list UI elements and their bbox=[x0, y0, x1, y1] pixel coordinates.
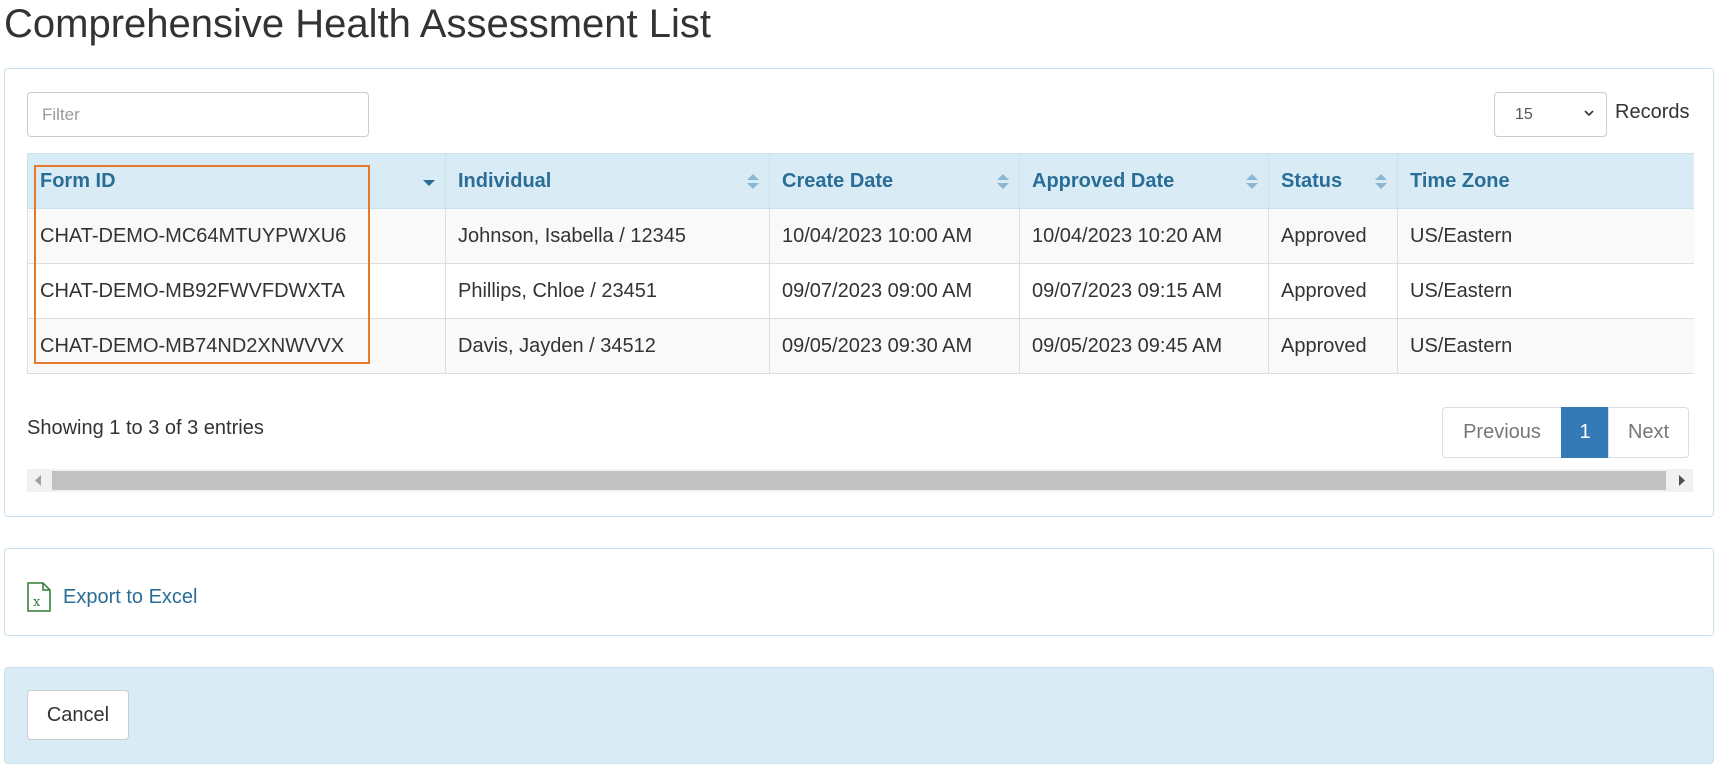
table-cell: Davis, Jayden / 34512 bbox=[445, 318, 770, 374]
records-per-page-select[interactable]: 15 bbox=[1494, 92, 1607, 137]
table-cell: Approved bbox=[1268, 208, 1398, 264]
column-header-label: Individual bbox=[458, 169, 552, 192]
table-cell: CHAT-DEMO-MC64MTUYPWXU6 bbox=[27, 208, 446, 264]
horizontal-scrollbar[interactable] bbox=[27, 469, 1693, 492]
column-header-label: Status bbox=[1281, 169, 1343, 192]
table-cell: US/Eastern bbox=[1397, 208, 1694, 264]
column-header-time-zone[interactable]: Time Zone bbox=[1397, 153, 1694, 209]
table-cell: CHAT-DEMO-MB74ND2XNWVVX bbox=[27, 318, 446, 374]
scroll-left-arrow-icon[interactable] bbox=[34, 475, 42, 486]
column-header-label: Create Date bbox=[782, 169, 894, 192]
chevron-down-icon bbox=[1584, 110, 1594, 117]
table-cell: 09/05/2023 09:45 AM bbox=[1019, 318, 1269, 374]
records-panel: 15 Records Form ID Individual Create Date A… bbox=[4, 68, 1714, 517]
svg-text:x: x bbox=[33, 595, 41, 610]
page-1-button[interactable]: 1 bbox=[1561, 407, 1609, 458]
table-cell: Johnson, Isabella / 12345 bbox=[445, 208, 770, 264]
column-header-individual[interactable]: Individual bbox=[445, 153, 770, 209]
column-header-approved-date[interactable]: Approved Date bbox=[1019, 153, 1269, 209]
export-to-excel-link[interactable]: x Export to Excel bbox=[27, 582, 198, 612]
table-row[interactable]: CHAT-DEMO-MB74ND2XNWVVX Davis, Jayden / 3… bbox=[27, 318, 1694, 374]
table-body: CHAT-DEMO-MC64MTUYPWXU6 Johnson, Isabella… bbox=[27, 208, 1694, 374]
table-cell: Approved bbox=[1268, 263, 1398, 319]
table-cell: 10/04/2023 10:00 AM bbox=[769, 208, 1020, 264]
table-cell: 09/07/2023 09:15 AM bbox=[1019, 263, 1269, 319]
excel-file-icon: x bbox=[27, 582, 51, 612]
table-info: Showing 1 to 3 of 3 entries bbox=[27, 417, 264, 439]
table-row[interactable]: CHAT-DEMO-MC64MTUYPWXU6 Johnson, Isabella… bbox=[27, 208, 1694, 264]
previous-page-button[interactable]: Previous bbox=[1442, 407, 1562, 458]
table-cell: 09/07/2023 09:00 AM bbox=[769, 263, 1020, 319]
sort-desc-icon bbox=[423, 180, 435, 186]
table-cell: US/Eastern bbox=[1397, 263, 1694, 319]
scroll-right-arrow-icon[interactable] bbox=[1678, 475, 1686, 486]
records-select-value: 15 bbox=[1515, 106, 1533, 123]
table-row[interactable]: CHAT-DEMO-MB92FWVFDWXTA Phillips, Chloe /… bbox=[27, 263, 1694, 319]
filter-input[interactable] bbox=[27, 92, 369, 137]
table-cell: 09/05/2023 09:30 AM bbox=[769, 318, 1020, 374]
cancel-button[interactable]: Cancel bbox=[27, 690, 129, 740]
column-header-status[interactable]: Status bbox=[1268, 153, 1398, 209]
column-header-form-id[interactable]: Form ID bbox=[27, 153, 446, 209]
sort-icon bbox=[1246, 174, 1258, 189]
column-header-label: Time Zone bbox=[1410, 169, 1510, 192]
records-label: Records bbox=[1615, 101, 1690, 123]
table-header-row: Form ID Individual Create Date Approved Dat… bbox=[27, 153, 1694, 209]
next-page-button[interactable]: Next bbox=[1608, 407, 1689, 458]
table-cell: Phillips, Chloe / 23451 bbox=[445, 263, 770, 319]
scrollbar-thumb[interactable] bbox=[52, 471, 1666, 490]
export-panel: x Export to Excel bbox=[4, 548, 1714, 636]
page-title: Comprehensive Health Assessment List bbox=[4, 2, 711, 46]
assessment-table: Form ID Individual Create Date Approved Dat… bbox=[27, 153, 1694, 374]
sort-icon bbox=[997, 174, 1009, 189]
column-header-label: Approved Date bbox=[1032, 169, 1175, 192]
table-cell: CHAT-DEMO-MB92FWVFDWXTA bbox=[27, 263, 446, 319]
actions-panel: Cancel bbox=[4, 667, 1714, 764]
column-header-label: Form ID bbox=[40, 169, 116, 192]
table-cell: Approved bbox=[1268, 318, 1398, 374]
column-header-create-date[interactable]: Create Date bbox=[769, 153, 1020, 209]
sort-icon bbox=[747, 174, 759, 189]
export-label: Export to Excel bbox=[63, 585, 198, 608]
pagination: Previous 1 Next bbox=[1442, 407, 1689, 458]
table-cell: US/Eastern bbox=[1397, 318, 1694, 374]
table-cell: 10/04/2023 10:20 AM bbox=[1019, 208, 1269, 264]
sort-icon bbox=[1375, 174, 1387, 189]
